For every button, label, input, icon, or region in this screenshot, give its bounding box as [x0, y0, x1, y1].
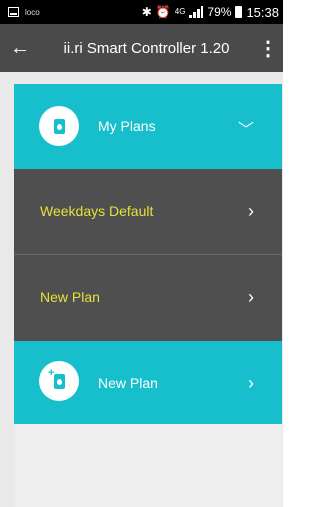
- status-bar: loco ✱ ⏰ 4G 79% 15:38: [0, 0, 283, 24]
- notification-app-name: loco: [25, 7, 40, 17]
- main-content: My Plans ﹀ Weekdays Default › New Plan ›…: [0, 72, 283, 507]
- chevron-right-icon[interactable]: ›: [248, 373, 254, 394]
- add-plan-icon: +: [39, 361, 79, 401]
- more-options-icon[interactable]: ⋮: [253, 36, 283, 61]
- battery-icon: [235, 6, 243, 18]
- back-arrow-icon[interactable]: ←: [0, 37, 40, 60]
- chevron-down-icon[interactable]: ﹀: [238, 116, 254, 140]
- network-type: 4G: [174, 7, 186, 16]
- add-new-plan-button[interactable]: + New Plan ›: [14, 341, 282, 424]
- plan-item-weekdays-default[interactable]: Weekdays Default ›: [14, 169, 282, 255]
- empty-area: [14, 424, 282, 507]
- chevron-right-icon[interactable]: ›: [248, 201, 254, 222]
- alarm-icon: ⏰: [155, 5, 171, 19]
- add-new-plan-label: New Plan: [98, 375, 158, 391]
- bluetooth-icon: ✱: [141, 5, 152, 19]
- my-plans-label: My Plans: [98, 118, 156, 134]
- plan-item-label: Weekdays Default: [40, 203, 154, 219]
- status-bar-left: loco: [8, 7, 40, 17]
- plan-item-label: New Plan: [40, 289, 100, 305]
- status-bar-right: ✱ ⏰ 4G 79% 15:38: [142, 5, 279, 20]
- app-bar: ← ii.ri Smart Controller 1.20 ⋮: [0, 24, 283, 72]
- signal-icon: [189, 6, 204, 18]
- my-plans-header[interactable]: My Plans ﹀: [14, 84, 282, 169]
- page-title: ii.ri Smart Controller 1.20: [63, 39, 230, 57]
- battery-percent: 79%: [207, 5, 232, 19]
- plan-icon: [39, 106, 79, 146]
- plan-item-new-plan[interactable]: New Plan ›: [14, 255, 282, 341]
- water-drop-icon: [53, 118, 65, 134]
- screenshot-icon: [8, 7, 19, 17]
- clock: 15:38: [246, 4, 279, 20]
- water-drop-icon: [53, 373, 65, 389]
- chevron-right-icon[interactable]: ›: [248, 287, 254, 308]
